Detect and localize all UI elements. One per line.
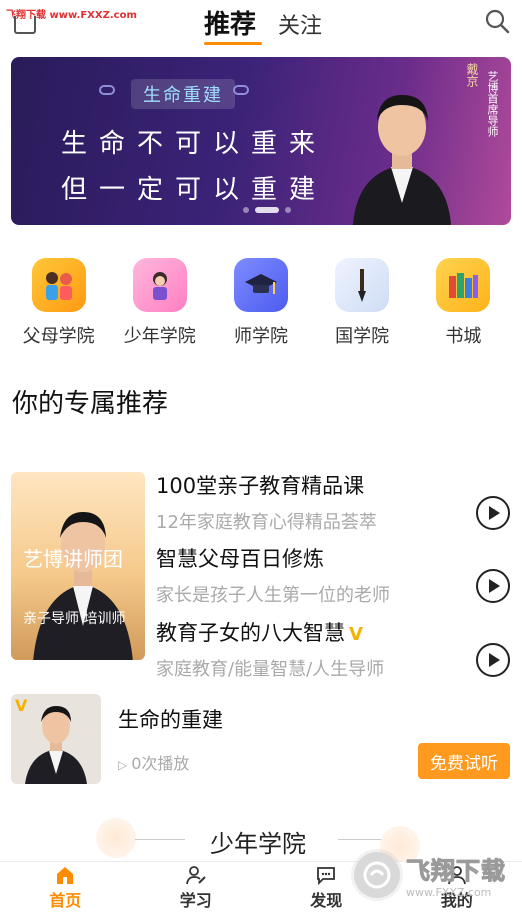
banner-line-2: 但一定可以重建 bbox=[61, 175, 328, 205]
teacher-card[interactable]: 艺博讲师团 亲子导师 培训师 bbox=[11, 472, 145, 660]
vip-badge: V bbox=[15, 696, 28, 715]
course-subtitle: 12年家庭教育心得精品荟萃 bbox=[156, 512, 377, 533]
banner-speaker-title: 艺博首席导师 bbox=[486, 71, 499, 137]
course-item[interactable]: 100堂亲子教育精品课 12年家庭教育心得精品荟萃 bbox=[156, 470, 496, 534]
course-title: 智慧父母百日修炼 bbox=[156, 547, 324, 571]
decor-ring bbox=[233, 85, 249, 95]
category-teen[interactable]: 少年学院 bbox=[110, 258, 210, 348]
category-parents[interactable]: 父母学院 bbox=[9, 258, 109, 348]
vip-badge: V bbox=[349, 624, 363, 645]
promo-banner[interactable]: 生命重建 生命不可以重来 但一定可以重建 戴京 艺博首席导师 bbox=[11, 57, 511, 225]
course-subtitle: 家庭教育/能量智慧/人生导师 bbox=[156, 659, 385, 680]
nav-label: 学习 bbox=[179, 891, 212, 910]
banner-speaker-name: 戴京 bbox=[465, 63, 479, 87]
teacher-team-desc: 亲子导师 培训师 bbox=[23, 611, 126, 627]
teacher-portrait bbox=[33, 512, 133, 660]
teacher-team-name: 艺博讲师团 bbox=[23, 547, 123, 571]
nav-label: 发现 bbox=[310, 891, 343, 910]
watermark-text: 飞翔下载 www.FXXZ.com bbox=[406, 851, 506, 900]
carousel-dots[interactable] bbox=[243, 207, 291, 213]
category-bookstore[interactable]: 书城 bbox=[413, 258, 513, 348]
course-subtitle: 家长是孩子人生第一位的老师 bbox=[156, 585, 390, 606]
category-label: 书城 bbox=[445, 326, 482, 347]
nav-home[interactable]: 首页 bbox=[0, 862, 131, 913]
speaker-portrait bbox=[353, 95, 451, 225]
watermark-title: 飞翔下载 bbox=[406, 857, 506, 886]
course-title: 100堂亲子教育精品课 bbox=[156, 474, 365, 498]
tab-recommend[interactable]: 推荐 bbox=[204, 4, 256, 41]
course-item[interactable]: 智慧父母百日修炼 家长是孩子人生第一位的老师 bbox=[156, 543, 496, 607]
category-guoxue[interactable]: 国学院 bbox=[312, 258, 412, 348]
nav-label: 首页 bbox=[49, 891, 82, 910]
tab-follow[interactable]: 关注 bbox=[278, 8, 322, 40]
search-icon[interactable] bbox=[484, 8, 510, 34]
play-icon[interactable] bbox=[476, 496, 510, 530]
study-icon bbox=[185, 866, 206, 885]
category-label: 少年学院 bbox=[123, 326, 196, 347]
section-title: 你的专属推荐 bbox=[12, 389, 169, 419]
category-label: 父母学院 bbox=[22, 326, 95, 347]
category-row: 父母学院 少年学院 师学院 国学院 书城 bbox=[0, 258, 522, 348]
category-label: 师学院 bbox=[233, 326, 288, 347]
home-icon bbox=[57, 867, 74, 884]
books-icon bbox=[436, 258, 491, 312]
category-label: 国学院 bbox=[335, 326, 390, 347]
scan-icon[interactable] bbox=[14, 16, 36, 34]
decor-ring bbox=[99, 85, 115, 95]
teen-icon bbox=[132, 258, 187, 312]
banner-pill: 生命重建 bbox=[131, 79, 235, 109]
parents-icon bbox=[31, 258, 86, 312]
course-item[interactable]: 教育子女的八大智慧 V 家庭教育/能量智慧/人生导师 bbox=[156, 617, 496, 681]
course-title: 教育子女的八大智慧 bbox=[156, 621, 345, 645]
watermark-logo-icon bbox=[354, 852, 400, 898]
category-teacher[interactable]: 师学院 bbox=[211, 258, 311, 348]
play-count: ▷ 0次播放 bbox=[118, 750, 189, 774]
discover-icon bbox=[317, 867, 336, 886]
small-play-icon: ▷ bbox=[118, 758, 128, 772]
top-bar: 推荐 关注 bbox=[0, 0, 522, 48]
play-icon[interactable] bbox=[476, 643, 510, 677]
banner-line-1: 生命不可以重来 bbox=[61, 129, 328, 159]
brush-icon bbox=[335, 258, 390, 312]
watermark-url: www.FXXZ.com bbox=[406, 886, 492, 899]
watermark-bottom: 飞翔下载 www.FXXZ.com bbox=[354, 845, 514, 905]
decor-blob bbox=[96, 818, 136, 858]
nav-study[interactable]: 学习 bbox=[131, 862, 262, 913]
course-title-row: 教育子女的八大智慧 V bbox=[156, 617, 496, 647]
course-thumbnail[interactable]: V bbox=[11, 694, 101, 784]
sub-section-title: 少年学院 bbox=[210, 830, 306, 858]
carousel-dot[interactable] bbox=[243, 207, 249, 213]
play-count-text: 0次播放 bbox=[131, 754, 190, 773]
course-title: 生命的重建 bbox=[118, 708, 223, 732]
free-trial-button[interactable]: 免费试听 bbox=[418, 743, 510, 779]
play-icon[interactable] bbox=[476, 569, 510, 603]
carousel-dot-active[interactable] bbox=[255, 207, 279, 213]
divider-left bbox=[135, 839, 185, 840]
graduation-cap-icon bbox=[233, 258, 288, 312]
tab-indicator bbox=[204, 42, 262, 45]
carousel-dot[interactable] bbox=[285, 207, 291, 213]
